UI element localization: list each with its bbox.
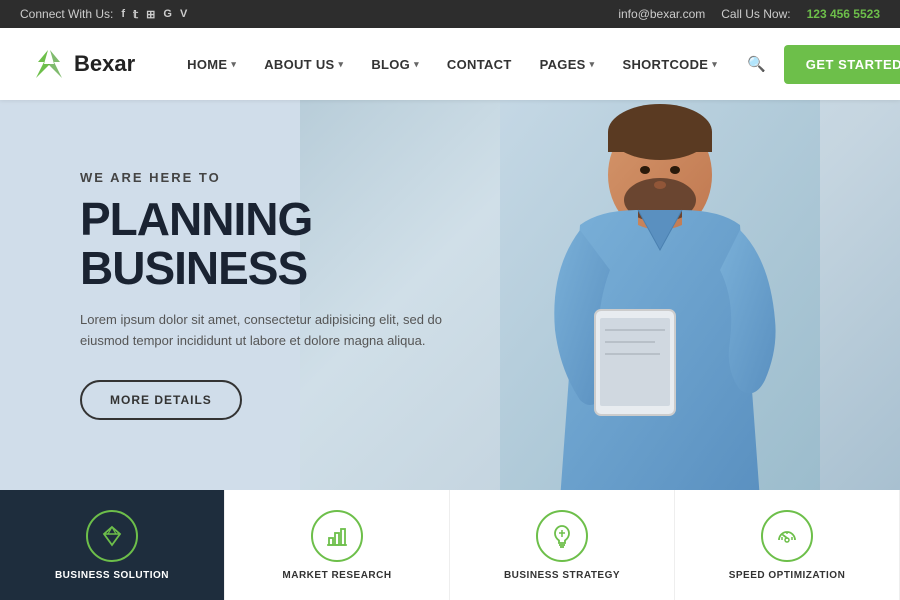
more-details-button[interactable]: MORE DETAILS: [80, 380, 242, 420]
chevron-down-icon: ▾: [414, 59, 419, 70]
lightbulb-icon: [536, 510, 588, 562]
nav-home-label: HOME: [187, 57, 227, 72]
person-svg: [500, 100, 820, 490]
top-bar-right: info@bexar.com Call Us Now: 123 456 5523: [618, 7, 880, 21]
chevron-down-icon: ▾: [590, 59, 595, 70]
logo-icon: [30, 46, 66, 82]
nav-blog-label: BLOG: [371, 57, 410, 72]
vimeo-icon[interactable]: V: [180, 8, 187, 21]
logo-text: Bexar: [74, 51, 135, 77]
cards-section: BUSINESS SOLUTION MARKET RESEARCH BUSINE…: [0, 490, 900, 600]
nav-item-shortcode[interactable]: SHORTCODE ▾: [610, 49, 729, 80]
card-label-4: SPEED OPTIMIZATION: [729, 570, 846, 581]
nav-item-home[interactable]: HOME ▾: [175, 49, 248, 80]
hero-content: WE ARE HERE TO PLANNING BUSINESS Lorem i…: [0, 170, 480, 419]
diamond-icon: [86, 510, 138, 562]
connect-label: Connect With Us:: [20, 7, 113, 21]
google-icon[interactable]: G: [163, 8, 172, 21]
card-label-1: BUSINESS SOLUTION: [55, 570, 169, 581]
nav-shortcode-label: SHORTCODE: [622, 57, 708, 72]
chevron-down-icon: ▾: [712, 59, 717, 70]
nav-contact-label: CONTACT: [447, 57, 512, 72]
hero-section: WE ARE HERE TO PLANNING BUSINESS Lorem i…: [0, 100, 900, 490]
nav-item-about[interactable]: ABOUT US ▾: [252, 49, 355, 80]
nav-about-label: ABOUT US: [264, 57, 334, 72]
card-market-research[interactable]: MARKET RESEARCH: [225, 490, 450, 600]
header: Bexar HOME ▾ ABOUT US ▾ BLOG ▾ CONTACT P…: [0, 28, 900, 100]
nav-item-contact[interactable]: CONTACT: [435, 49, 524, 80]
rss-icon[interactable]: ⊞: [146, 8, 155, 21]
card-label-3: BUSINESS STRATEGY: [504, 570, 620, 581]
chevron-down-icon: ▾: [231, 59, 236, 70]
card-speed-optimization[interactable]: SPEED OPTIMIZATION: [675, 490, 900, 600]
bar-chart-icon: [311, 510, 363, 562]
speedometer-icon: [761, 510, 813, 562]
call-label: Call Us Now:: [721, 7, 790, 21]
logo[interactable]: Bexar: [30, 46, 135, 82]
nav-item-pages[interactable]: PAGES ▾: [528, 49, 607, 80]
card-business-solution[interactable]: BUSINESS SOLUTION: [0, 490, 225, 600]
email-address: info@bexar.com: [618, 7, 705, 21]
phone-number[interactable]: 123 456 5523: [807, 7, 880, 21]
facebook-icon[interactable]: f: [121, 8, 125, 21]
hero-title: PLANNING BUSINESS: [80, 195, 480, 292]
main-nav: HOME ▾ ABOUT US ▾ BLOG ▾ CONTACT PAGES ▾…: [175, 49, 772, 80]
get-started-button[interactable]: GET STARTED: [784, 45, 900, 84]
nav-item-blog[interactable]: BLOG ▾: [359, 49, 431, 80]
hero-person-image: [500, 100, 820, 490]
search-icon[interactable]: 🔍: [741, 49, 772, 79]
social-icons: f 𝕥 ⊞ G V: [121, 8, 187, 21]
top-bar-left: Connect With Us: f 𝕥 ⊞ G V: [20, 7, 187, 21]
hero-description: Lorem ipsum dolor sit amet, consectetur …: [80, 310, 460, 352]
card-label-2: MARKET RESEARCH: [282, 570, 391, 581]
chevron-down-icon: ▾: [338, 59, 343, 70]
top-bar: Connect With Us: f 𝕥 ⊞ G V info@bexar.co…: [0, 0, 900, 28]
twitter-icon[interactable]: 𝕥: [133, 8, 138, 21]
nav-pages-label: PAGES: [540, 57, 586, 72]
hero-subtitle: WE ARE HERE TO: [80, 170, 480, 185]
card-business-strategy[interactable]: BUSINESS STRATEGY: [450, 490, 675, 600]
